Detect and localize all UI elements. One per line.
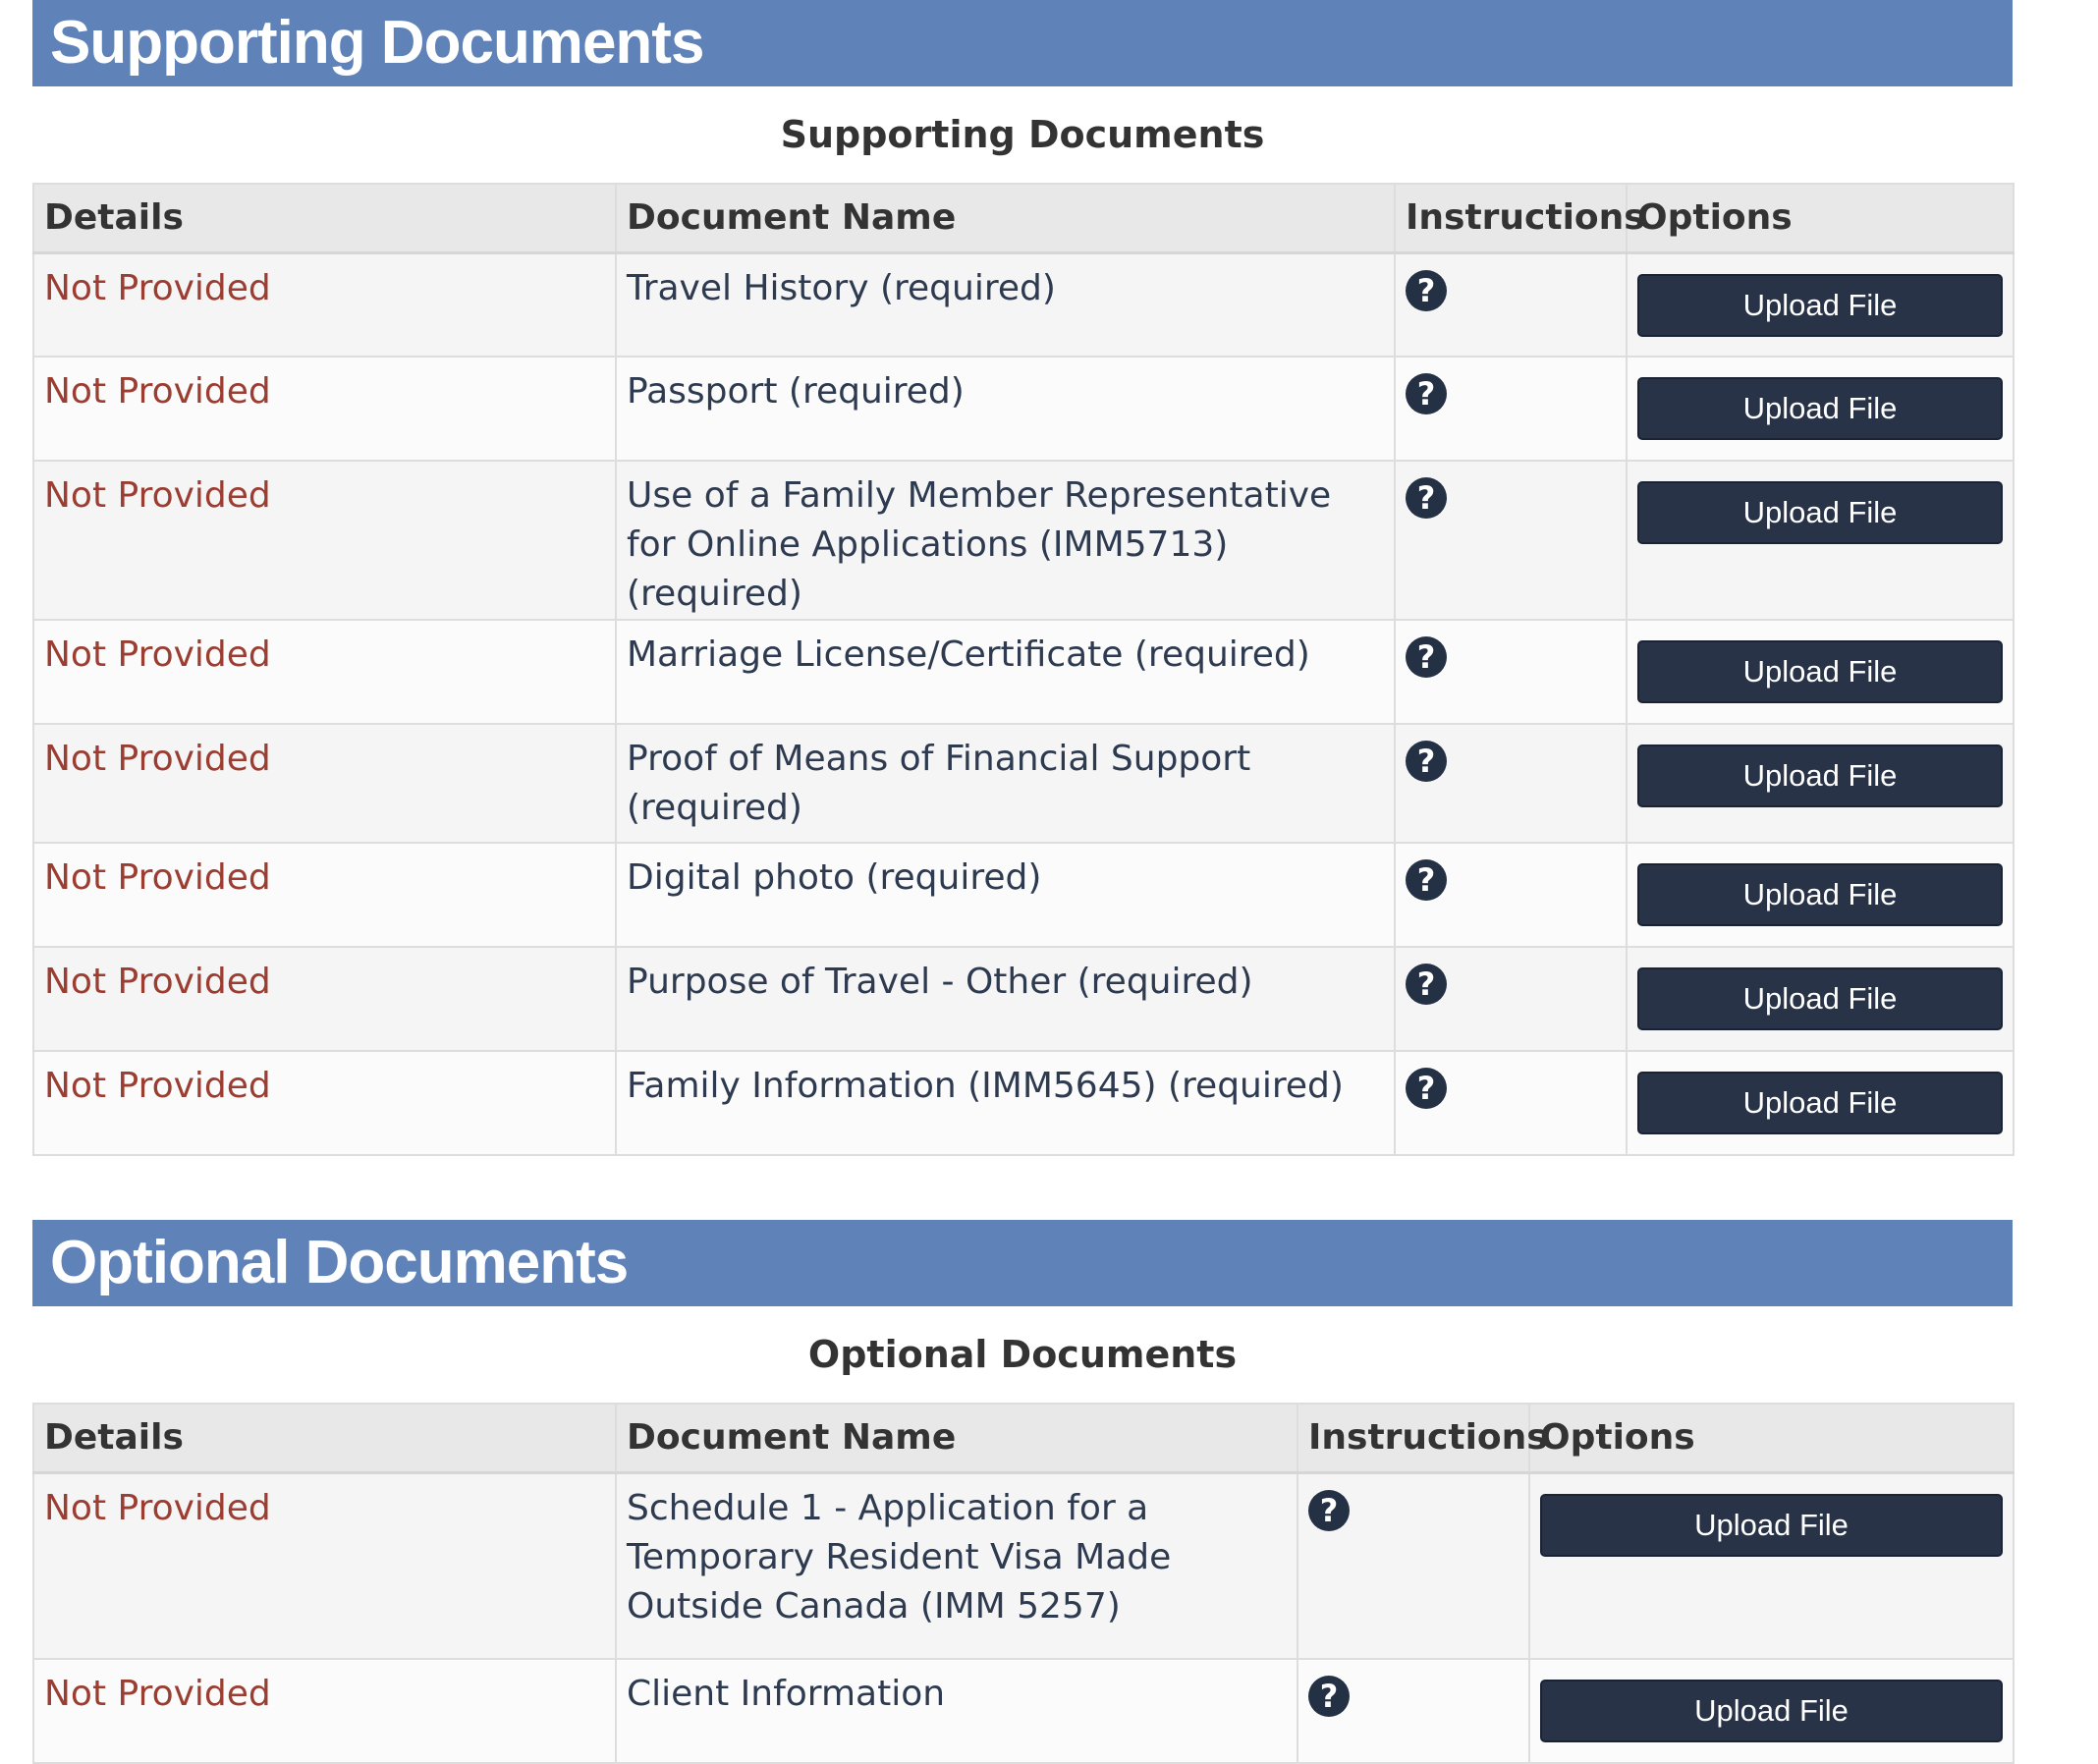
status-text: Not Provided [32, 460, 616, 620]
document-name: Proof of Means of Financial Support (req… [615, 723, 1395, 843]
supporting-documents-table: Details Document Name Instructions Optio… [32, 183, 2015, 1156]
optional-documents-table: Details Document Name Instructions Optio… [32, 1403, 2015, 1764]
header-instructions: Instructions [1297, 1404, 1548, 1474]
upload-file-button[interactable]: Upload File [1637, 744, 2003, 807]
optional-documents-banner: Optional Documents [32, 1220, 2013, 1306]
document-name: Family Information (IMM5645) (required) [615, 1050, 1395, 1155]
table-row: Not Provided Proof of Means of Financial… [32, 723, 2014, 843]
status-text: Not Provided [32, 723, 616, 843]
upload-file-button[interactable]: Upload File [1637, 273, 2003, 337]
status-text: Not Provided [32, 1471, 616, 1659]
table-header-row: Details Document Name Instructions Optio… [32, 1404, 2014, 1474]
status-text: Not Provided [32, 1658, 616, 1763]
table-row: Not Provided Client Information ? Upload… [32, 1658, 2014, 1763]
upload-file-button[interactable]: Upload File [1637, 481, 2003, 544]
header-options: Options [1626, 184, 2014, 254]
question-circle-icon[interactable]: ? [1406, 373, 1447, 414]
question-circle-icon[interactable]: ? [1406, 636, 1447, 678]
header-details: Details [32, 184, 616, 254]
status-text: Not Provided [32, 251, 616, 357]
header-details: Details [32, 1404, 616, 1474]
upload-file-button[interactable]: Upload File [1637, 1072, 2003, 1134]
status-text: Not Provided [32, 946, 616, 1051]
document-name: Digital photo (required) [615, 842, 1395, 947]
upload-file-button[interactable]: Upload File [1540, 1493, 2003, 1557]
supporting-documents-caption: Supporting Documents [780, 113, 1265, 156]
question-circle-icon[interactable]: ? [1406, 1068, 1447, 1109]
table-row: Not Provided Schedule 1 - Application fo… [32, 1471, 2014, 1659]
table-row: Not Provided Purpose of Travel - Other (… [32, 946, 2014, 1051]
upload-file-button[interactable]: Upload File [1637, 967, 2003, 1030]
supporting-documents-section: Supporting Documents Supporting Document… [32, 0, 2015, 1156]
table-row: Not Provided Digital photo (required) ? … [32, 842, 2014, 947]
table-row: Not Provided Use of a Family Member Repr… [32, 460, 2014, 620]
header-instructions: Instructions [1394, 184, 1645, 254]
document-name: Client Information [615, 1658, 1297, 1763]
table-row: Not Provided Marriage License/Certificat… [32, 619, 2014, 724]
header-options: Options [1528, 1404, 2014, 1474]
document-name: Marriage License/Certificate (required) [615, 619, 1395, 724]
header-document-name: Document Name [615, 184, 1395, 254]
question-circle-icon[interactable]: ? [1308, 1676, 1350, 1717]
question-circle-icon[interactable]: ? [1406, 269, 1447, 311]
table-row: Not Provided Passport (required) ? Uploa… [32, 356, 2014, 461]
document-name: Schedule 1 - Application for a Temporary… [615, 1471, 1297, 1659]
status-text: Not Provided [32, 356, 616, 461]
question-circle-icon[interactable]: ? [1308, 1489, 1350, 1531]
question-circle-icon[interactable]: ? [1406, 741, 1447, 782]
header-document-name: Document Name [615, 1404, 1297, 1474]
question-circle-icon[interactable]: ? [1406, 859, 1447, 901]
question-circle-icon[interactable]: ? [1406, 477, 1447, 519]
document-name: Travel History (required) [615, 251, 1395, 357]
supporting-documents-banner: Supporting Documents [32, 0, 2013, 86]
optional-documents-caption: Optional Documents [807, 1333, 1238, 1376]
upload-file-button[interactable]: Upload File [1637, 640, 2003, 703]
upload-file-button[interactable]: Upload File [1540, 1680, 2003, 1742]
document-name: Use of a Family Member Representative fo… [615, 460, 1395, 620]
table-row: Not Provided Family Information (IMM5645… [32, 1050, 2014, 1155]
upload-file-button[interactable]: Upload File [1637, 863, 2003, 926]
optional-documents-section: Optional Documents Optional Documents De… [32, 1220, 2015, 1764]
document-name: Purpose of Travel - Other (required) [615, 946, 1395, 1051]
upload-file-button[interactable]: Upload File [1637, 377, 2003, 440]
question-circle-icon[interactable]: ? [1406, 964, 1447, 1005]
table-header-row: Details Document Name Instructions Optio… [32, 184, 2014, 254]
status-text: Not Provided [32, 842, 616, 947]
status-text: Not Provided [32, 619, 616, 724]
document-name: Passport (required) [615, 356, 1395, 461]
status-text: Not Provided [32, 1050, 616, 1155]
table-row: Not Provided Travel History (required) ?… [32, 251, 2014, 357]
